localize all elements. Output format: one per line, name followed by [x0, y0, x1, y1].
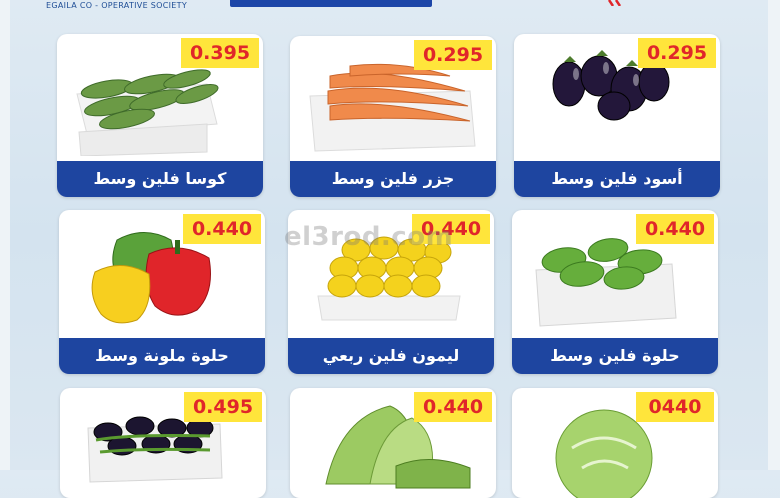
- product-card[interactable]: 0.440 حلوة ملونة وسط: [59, 210, 265, 374]
- right-border: [768, 0, 780, 470]
- society-name: EGAILA CO - OPERATIVE SOCIETY: [46, 1, 188, 10]
- product-card[interactable]: 0.295 جزر فلين وسط: [290, 36, 496, 197]
- price-tag: 0.440: [412, 214, 490, 244]
- product-card[interactable]: 0.440 حلوة فلين وسط: [512, 210, 718, 374]
- logo-mark-icon: [608, 0, 622, 6]
- flyer-page: EGAILA CO - OPERATIVE SOCIETY 0.395 كوسا…: [0, 0, 780, 498]
- product-name: حلوة فلين وسط: [512, 338, 718, 374]
- product-card[interactable]: 0440: [512, 388, 718, 498]
- price-tag: 0.295: [638, 38, 716, 68]
- product-card[interactable]: 0.295 أسود فلين وسط: [514, 34, 720, 197]
- product-name: أسود فلين وسط: [514, 161, 720, 197]
- left-border: [0, 0, 10, 470]
- product-name: كوسا فلين وسط: [57, 161, 263, 197]
- header-banner: [230, 0, 432, 7]
- product-card[interactable]: 0.495: [60, 388, 266, 498]
- product-card[interactable]: 0.440 ليمون فلين ربعي: [288, 210, 494, 374]
- price-tag: 0.395: [181, 38, 259, 68]
- price-tag: 0.440: [183, 214, 261, 244]
- price-tag: 0.440: [636, 214, 714, 244]
- product-card[interactable]: 0.395 كوسا فلين وسط: [57, 34, 263, 197]
- product-name: جزر فلين وسط: [290, 161, 496, 197]
- price-tag: 0.495: [184, 392, 262, 422]
- price-tag: 0.440: [414, 392, 492, 422]
- product-name: حلوة ملونة وسط: [59, 338, 265, 374]
- price-tag: 0440: [636, 392, 714, 422]
- product-card[interactable]: 0.440: [290, 388, 496, 498]
- product-name: ليمون فلين ربعي: [288, 338, 494, 374]
- price-tag: 0.295: [414, 40, 492, 70]
